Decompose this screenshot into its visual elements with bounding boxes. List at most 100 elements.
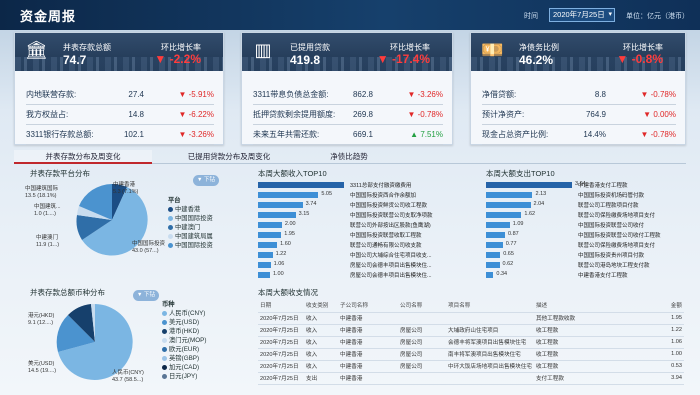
tab-deposit-distribution[interactable]: 并表存款分布及周变化 <box>14 150 152 164</box>
tab-net-debt-trend[interactable]: 净债比趋势 <box>304 150 394 164</box>
row-name: 现金占总资产比例: <box>482 130 549 139</box>
row-growth: ▼ -0.78% <box>640 90 677 99</box>
bar-row[interactable]: 3.15 中国国际投资联营公司支取净项款 <box>258 210 458 220</box>
bar[interactable] <box>486 202 531 208</box>
column-header[interactable]: 日期 <box>258 298 304 313</box>
legend-item[interactable]: 中国建筑局属 <box>168 232 213 241</box>
kpi-growth-value: ▼ -17.4% <box>376 52 430 66</box>
column-header[interactable]: 公司名称 <box>398 298 446 313</box>
legend-item[interactable]: 加元(CAD) <box>162 363 206 372</box>
table-cell: 收入 <box>304 360 338 373</box>
row-name: 预计净资产: <box>482 110 525 119</box>
bar-row[interactable]: 0.34 中建香港支付工程款 <box>486 270 686 280</box>
bar-value: 0.34 <box>496 271 508 277</box>
column-header[interactable]: 描述 <box>533 298 644 313</box>
detail-table: 日期 收支类别 子公司名称 公司名称 项目名称 描述 金额 2020年7月25日 收入 中建香港其… <box>258 298 684 385</box>
bar-row[interactable]: 3311总部支付融资缴费用 <box>258 180 458 190</box>
bar[interactable] <box>258 232 282 238</box>
bar-row[interactable]: 3.74 中国国际投资鲜货公司收工程款 <box>258 200 458 210</box>
legend-item[interactable]: 日元(JPY) <box>162 372 206 381</box>
legend-item[interactable]: 欧元(EUR) <box>162 345 206 354</box>
bar-row[interactable]: 0.65 中国国际投资贵州项目付款 <box>486 250 686 260</box>
table-cell <box>446 372 534 385</box>
column-header[interactable]: 子公司名称 <box>338 298 398 313</box>
bar-row[interactable]: 1.60 联营公司通畅有限公司收支款 <box>258 240 458 250</box>
bar-row[interactable]: 1.22 中国公司大埔综合住宅项目收支... <box>258 250 458 260</box>
table-cell: 1.06 <box>643 336 684 349</box>
table-row[interactable]: 2020年7月25日 收入 中建香港 其他工程款收款 1.95 <box>258 312 684 325</box>
bar-row[interactable]: 2.00 联营公司外部按出区股款(鱼鹰湖) <box>258 220 458 230</box>
bar-label: 中国国际投资联营收取工程款 <box>350 233 422 239</box>
bar[interactable] <box>258 212 296 218</box>
date-picker[interactable]: 2020年7月25日 ▾ <box>549 8 615 22</box>
bar[interactable] <box>258 262 271 268</box>
legend-item[interactable]: 英镑(GBP) <box>162 354 206 363</box>
bar-label: 房屋公司会德丰项目出售模块住... <box>350 273 432 279</box>
table-cell: 收工程款 <box>533 336 644 349</box>
bar-value: 1.09 <box>512 221 524 227</box>
table-row[interactable]: 2020年7月25日 收入 中建香港 房屋公司 南丰将军澳项目出售模块住宅 收工程款 1.0… <box>258 348 684 361</box>
legend-item[interactable]: 中国国际投资 <box>168 241 213 250</box>
bar-row[interactable]: 1.95 中国国际投资联营收取工程款 <box>258 230 458 240</box>
bar-label: 中国国际投资贵州项目付款 <box>578 253 645 259</box>
drill-down-button[interactable]: ▼ 下钻 <box>193 175 219 186</box>
bar-row[interactable]: 2.13 中国国际投资机场码管付款 <box>486 190 686 200</box>
kpi-detail-row: 我方权益占: 14.8 ▼ -6.22% <box>26 105 214 125</box>
table-row[interactable]: 2020年7月25日 支出 中建香港 支付工程款 3.94 <box>258 372 684 385</box>
bar-row[interactable]: 2.04 联营公司工程款项目付款 <box>486 200 686 210</box>
bar-row[interactable]: 1.09 中国国际投资联营公司收付 <box>486 220 686 230</box>
bar[interactable] <box>258 202 303 208</box>
table-cell: 3.94 <box>643 372 684 385</box>
table-row[interactable]: 2020年7月25日 收入 中建香港 房屋公司 大埔政府山住宅项目 收工程款 1.22 <box>258 324 684 337</box>
row-value: 269.8 <box>352 110 373 119</box>
table-cell: 收工程款 <box>533 348 644 361</box>
bar[interactable] <box>486 212 522 218</box>
bar[interactable] <box>258 272 270 278</box>
legend-item[interactable]: 中建香港 <box>168 205 213 214</box>
bar[interactable] <box>486 192 533 198</box>
time-label: 时间 <box>524 13 538 20</box>
bar[interactable] <box>258 222 282 228</box>
bar-row[interactable]: 5.05 中国国际投资西合作余额加 <box>258 190 458 200</box>
legend-item[interactable]: 人民币(CNY) <box>162 309 206 318</box>
bar[interactable] <box>486 182 572 188</box>
bar-row[interactable]: 0.62 联营公司港岛地块工程支付款 <box>486 260 686 270</box>
bar[interactable] <box>258 182 344 188</box>
column-header[interactable]: 收支类别 <box>304 298 338 313</box>
bar[interactable] <box>486 222 510 228</box>
table-cell: 2020年7月25日 <box>258 360 304 373</box>
column-header[interactable]: 金额 <box>643 298 684 313</box>
legend-item[interactable]: 澳门元(MOP) <box>162 336 206 345</box>
bar[interactable] <box>486 232 505 238</box>
bar[interactable] <box>258 242 278 248</box>
bar-label: 联营公司通畅有限公司收支款 <box>350 243 422 249</box>
bar-row[interactable]: 1.62 联营公司保险缴费场地项目支付 <box>486 210 686 220</box>
bar-chart-icon: ▥ <box>254 40 272 60</box>
legend-item[interactable]: 港币(HKD) <box>162 327 206 336</box>
table-cell: 中建香港 <box>338 348 398 361</box>
bar[interactable] <box>258 192 319 198</box>
bar-row[interactable]: 0.77 联营公司保险缴费场地项目支付 <box>486 240 686 250</box>
legend-item[interactable]: 中国国际投资 <box>168 214 213 223</box>
legend-item[interactable]: 美元(USD) <box>162 318 206 327</box>
bar[interactable] <box>486 252 501 258</box>
bar-label: 中建香港支付工程款 <box>578 183 628 189</box>
table-row[interactable]: 2020年7月25日 收入 中建香港 房屋公司 中环大饭店场地项目出售模块住宅 收工程款 0… <box>258 360 684 373</box>
bar[interactable] <box>486 262 500 268</box>
bar-row[interactable]: 0.87 中国国际投资联营公司收付工程款 <box>486 230 686 240</box>
legend-item[interactable]: 中建澳门 <box>168 223 213 232</box>
table-cell: 收工程款 <box>533 324 644 337</box>
bar-row[interactable]: 3.94 中建香港支付工程款 <box>486 180 686 190</box>
tab-loan-distribution[interactable]: 已提用贷款分布及周变化 <box>164 150 294 164</box>
bar[interactable] <box>486 242 503 248</box>
bar[interactable] <box>258 252 273 258</box>
table-row[interactable]: 2020年7月25日 收入 中建香港 房屋公司 会德丰将军澳项目出售模块住宅 收工程款 1.… <box>258 336 684 349</box>
table-cell: 中建香港 <box>338 336 398 349</box>
row-name: 未来五年共需还款: <box>253 130 320 139</box>
calendar-dropdown-icon: ▾ <box>608 11 612 18</box>
column-header[interactable]: 项目名称 <box>446 298 534 313</box>
row-value: 102.1 <box>123 130 144 139</box>
bar-row[interactable]: 1.06 房屋公司会德丰项目出售模块住... <box>258 260 458 270</box>
bar-row[interactable]: 1.00 房屋公司会德丰项目出售模块住... <box>258 270 458 280</box>
bar[interactable] <box>486 272 494 278</box>
